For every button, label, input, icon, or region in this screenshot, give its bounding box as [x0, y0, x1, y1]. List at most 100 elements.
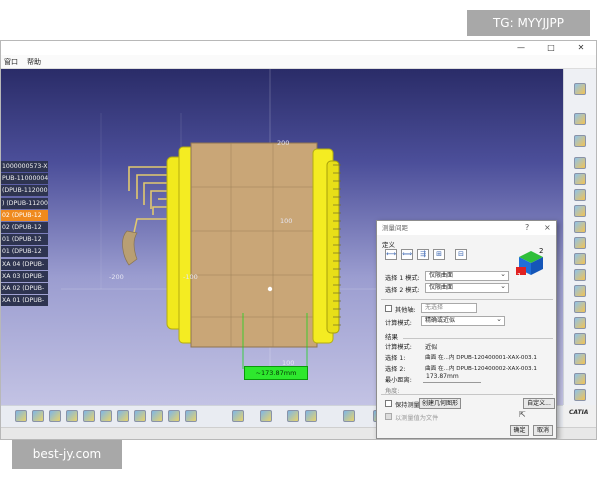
calc-mode-result-label: 计算模式: — [385, 344, 412, 351]
axis-label-neg100: -100 — [183, 273, 198, 281]
other-axis-checkbox[interactable] — [385, 305, 392, 312]
normal-view-icon[interactable] — [117, 410, 129, 422]
hole-icon[interactable] — [574, 221, 586, 233]
flange-teeth — [333, 164, 341, 326]
translate-icon[interactable] — [574, 353, 586, 365]
cancel-button[interactable]: 取消 — [533, 425, 553, 436]
help-button[interactable]: ? — [525, 221, 529, 235]
gear-icon[interactable] — [574, 83, 586, 95]
axis-orientation-icon: 2 1 — [516, 247, 543, 279]
distance-label[interactable]: ~173.87mm — [244, 366, 308, 380]
spiral-icon[interactable] — [343, 410, 355, 422]
item-measure-icon[interactable]: ⊟ — [455, 249, 467, 260]
selection2-value: 曲面 在...内 DPUB-120400002-XAX-003.1 — [425, 366, 537, 372]
tree-item[interactable]: (DPUB-112000 — [1, 185, 48, 197]
other-axis-field[interactable]: 无选择 — [421, 303, 477, 313]
title-bar: — □ ✕ — [1, 41, 596, 55]
menu-window[interactable]: 窗口 — [4, 57, 18, 67]
shaft-icon[interactable] — [574, 189, 586, 201]
sketch-icon[interactable] — [574, 135, 586, 147]
swap-visible-icon[interactable] — [185, 410, 197, 422]
tree-item[interactable]: 02 (DPUB-12 — [1, 221, 48, 233]
maximize-button[interactable]: □ — [541, 41, 561, 55]
fan-measure-icon[interactable]: ⇶ — [417, 249, 429, 260]
definition-section-label: 定义 — [382, 241, 395, 249]
create-geometry-button[interactable]: 创建几何图形 — [419, 398, 461, 409]
cylinder-shell — [190, 142, 318, 348]
export-label: 以测量值为文件 — [395, 415, 439, 422]
watermark-top: TG: MYYJJPP — [467, 10, 590, 36]
zoom-out-icon[interactable] — [100, 410, 112, 422]
mirror-icon[interactable] — [574, 317, 586, 329]
side-bracket — [122, 230, 138, 266]
menu-bar: 窗口 帮助 — [1, 55, 596, 69]
iso-view-icon[interactable] — [134, 410, 146, 422]
right-toolbar — [563, 69, 596, 405]
catia-window: — □ ✕ 窗口 帮助 1000000573-X PUB-110000042 (… — [0, 40, 597, 440]
fly-mode-icon[interactable] — [15, 410, 27, 422]
split-icon[interactable] — [574, 333, 586, 345]
rotate-view-icon[interactable] — [66, 410, 78, 422]
keep-measure-label: 保持测量 — [395, 402, 420, 409]
export-checkbox[interactable] — [385, 413, 392, 420]
wire-harness — [128, 166, 169, 238]
select2-mode-dropdown[interactable]: 仅限曲面 — [425, 282, 509, 293]
selection1-value: 曲面 在...内 DPUB-120400001-XAX-003.1 — [425, 355, 537, 361]
shading-icon[interactable] — [151, 410, 163, 422]
calc-mode-label: 计算模式: — [385, 320, 412, 327]
specification-tree: 1000000573-X PUB-110000042 (DPUB-112000 … — [1, 161, 48, 307]
watermark-bottom: best-jy.com — [12, 440, 122, 469]
groove-icon[interactable] — [574, 205, 586, 217]
chamfer-icon[interactable] — [574, 269, 586, 281]
fit-all-icon[interactable] — [32, 410, 44, 422]
pocket-icon[interactable] — [574, 173, 586, 185]
pad-icon[interactable] — [574, 157, 586, 169]
min-distance-value: 173.87mm — [423, 373, 481, 383]
tree-item[interactable]: XA 01 (DPUB- — [1, 295, 48, 307]
ok-button[interactable]: 确定 — [510, 425, 529, 436]
tree-item[interactable]: 01 (DPUB-12 — [1, 234, 48, 246]
axis-label-200: 200 — [277, 139, 290, 147]
scale-icon[interactable] — [574, 389, 586, 401]
selection2-label: 选择 2: — [385, 366, 406, 373]
close-button[interactable]: ✕ — [571, 41, 591, 55]
tree-item-selected[interactable]: 02 (DPUB-12 — [1, 209, 48, 221]
calc-mode-dropdown[interactable]: 精确或近似 — [421, 315, 505, 326]
tree-item[interactable]: XA 04 (DPUB- — [1, 258, 48, 270]
tree-item[interactable]: XA 02 (DPUB- — [1, 282, 48, 294]
fillet-icon[interactable] — [574, 253, 586, 265]
section-icon[interactable] — [260, 410, 272, 422]
rib-icon[interactable] — [574, 237, 586, 249]
menu-help[interactable]: 帮助 — [27, 57, 41, 67]
tree-item[interactable]: PUB-110000042 — [1, 173, 48, 185]
tree-item[interactable]: XA 03 (DPUB- — [1, 270, 48, 282]
tree-item[interactable]: ) (DPUB-11200 — [1, 197, 48, 209]
minimize-button[interactable]: — — [511, 41, 531, 55]
tree-item[interactable]: 01 (DPUB-12 — [1, 246, 48, 258]
tree-item[interactable]: 1000000573-X — [1, 161, 48, 172]
pan-icon[interactable] — [49, 410, 61, 422]
camera-icon[interactable] — [232, 410, 244, 422]
svg-text:1: 1 — [517, 272, 521, 279]
select-arrow-icon[interactable] — [574, 113, 586, 125]
customize-button[interactable]: 自定义... — [523, 398, 555, 409]
select1-mode-dropdown[interactable]: 仅限曲面 — [425, 270, 509, 281]
measure-item-icon[interactable] — [305, 410, 317, 422]
calc-mode-result-value: 近似 — [425, 344, 438, 351]
inside-measure-icon[interactable]: ⊞ — [433, 249, 445, 260]
zoom-in-icon[interactable] — [83, 410, 95, 422]
divider — [381, 299, 553, 300]
pattern-icon[interactable] — [574, 301, 586, 313]
right-flange — [326, 160, 340, 334]
horizontal-measure-icon[interactable]: ⟷ — [385, 249, 397, 260]
catia-logo: CATIA — [569, 409, 589, 416]
rotate-icon[interactable] — [574, 373, 586, 385]
shell-icon[interactable] — [574, 285, 586, 297]
measure-between-icon[interactable] — [287, 410, 299, 422]
dialog-close-button[interactable]: × — [544, 221, 551, 235]
keep-measure-checkbox[interactable] — [385, 400, 392, 407]
chain-measure-icon[interactable]: ⟺ — [401, 249, 413, 260]
hide-show-icon[interactable] — [168, 410, 180, 422]
expand-icon[interactable]: ⇱ — [519, 410, 526, 419]
measure-between-dialog: 测量间距 ? × 定义 ⟷ ⟺ ⇶ ⊞ ⊟ 2 1 选择 1 模式: 仅限曲面 … — [376, 220, 557, 439]
